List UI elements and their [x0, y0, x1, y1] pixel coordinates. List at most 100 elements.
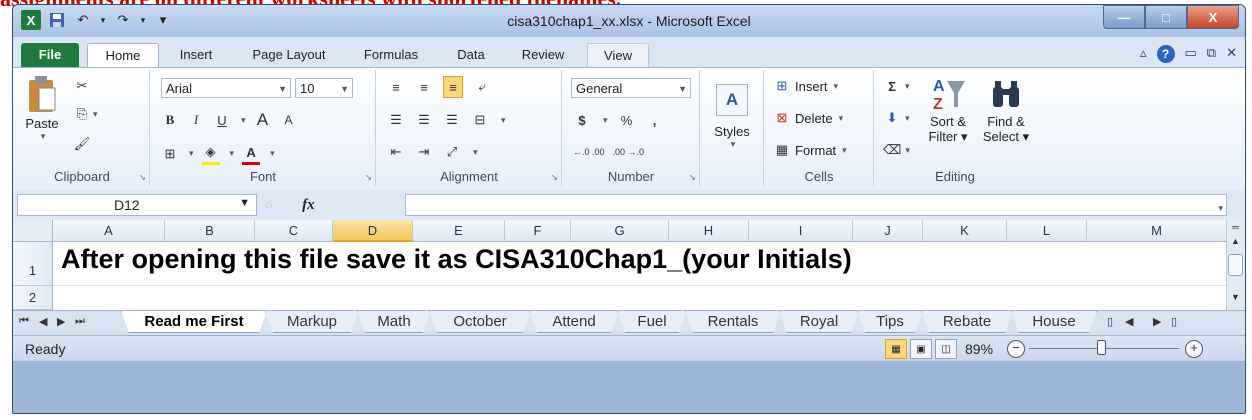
- scroll-up-icon[interactable]: ▲: [1228, 236, 1243, 250]
- column-header-e[interactable]: E: [413, 220, 505, 242]
- number-format-dropdown-icon[interactable]: ▼: [678, 79, 687, 99]
- next-sheet-icon[interactable]: ▶: [57, 315, 65, 328]
- vertical-scroll-thumb[interactable]: [1228, 254, 1243, 276]
- tab-file[interactable]: File: [21, 43, 79, 67]
- page-break-view-icon[interactable]: ◫: [935, 339, 957, 359]
- doc-close-icon[interactable]: ✕: [1226, 45, 1237, 63]
- cell-a1[interactable]: After opening this file save it as CISA3…: [61, 244, 852, 275]
- formula-input[interactable]: ▾: [405, 194, 1227, 216]
- borders-dropdown-icon[interactable]: ▾: [189, 148, 194, 159]
- close-button[interactable]: X: [1187, 5, 1239, 29]
- underline-dropdown-icon[interactable]: ▾: [241, 115, 246, 126]
- sheet-tab-read-me-first[interactable]: Read me First: [121, 311, 267, 333]
- align-center-icon[interactable]: ☰: [415, 110, 433, 130]
- number-format-combo[interactable]: General ▼: [571, 78, 691, 98]
- tab-view[interactable]: View: [587, 43, 649, 68]
- insert-dropdown-icon[interactable]: ▾: [834, 81, 839, 92]
- page-layout-view-icon[interactable]: ▣: [910, 339, 932, 359]
- zoom-in-icon[interactable]: +: [1185, 340, 1203, 358]
- column-header-f[interactable]: F: [505, 220, 571, 242]
- sheet-tab-attend[interactable]: Attend: [529, 311, 619, 333]
- styles-dropdown-icon[interactable]: ▾: [707, 139, 759, 150]
- wrap-text-icon[interactable]: ⤶: [473, 77, 491, 97]
- column-header-l[interactable]: L: [1007, 220, 1087, 242]
- sheet-tab-rebate[interactable]: Rebate: [921, 311, 1013, 333]
- zoom-out-icon[interactable]: −: [1007, 340, 1025, 358]
- fill-color-dropdown-icon[interactable]: ▾: [230, 148, 235, 159]
- split-box-icon[interactable]: ═: [1228, 222, 1243, 236]
- column-header-c[interactable]: C: [255, 220, 333, 242]
- font-name-combo[interactable]: Arial ▼: [161, 78, 291, 98]
- fill-color-icon[interactable]: ◈: [201, 142, 220, 165]
- sheet-tab-october[interactable]: October: [429, 311, 531, 333]
- currency-button[interactable]: $: [573, 110, 591, 130]
- sheet-tab-fuel[interactable]: Fuel: [617, 311, 687, 333]
- hscroll-thumb[interactable]: ▯: [1171, 315, 1177, 328]
- doc-restore-icon[interactable]: ⧉: [1207, 45, 1216, 63]
- orientation-icon[interactable]: ⤢: [443, 142, 461, 162]
- tab-insert[interactable]: Insert: [163, 43, 229, 67]
- font-size-combo[interactable]: 10 ▼: [295, 78, 353, 98]
- paste-button[interactable]: Paste ▾: [19, 72, 65, 142]
- decrease-indent-icon[interactable]: ⇤: [387, 142, 405, 162]
- merge-center-icon[interactable]: ⊟: [471, 110, 489, 130]
- insert-function-icon[interactable]: fx: [302, 197, 315, 214]
- styles-button[interactable]: A Styles ▾: [705, 84, 759, 150]
- clear-button[interactable]: ⌫ ▾: [883, 140, 910, 160]
- zoom-level[interactable]: 89%: [965, 341, 993, 357]
- sheet-tab-royal[interactable]: Royal: [779, 311, 859, 333]
- sheet-tab-tips[interactable]: Tips: [857, 311, 923, 333]
- italic-button[interactable]: I: [187, 110, 205, 130]
- shrink-font-button[interactable]: A: [280, 110, 298, 130]
- normal-view-icon[interactable]: ▦: [885, 339, 907, 359]
- vertical-scrollbar[interactable]: ═ ▲ ▼: [1226, 220, 1245, 310]
- row-header-1[interactable]: 1: [13, 242, 53, 286]
- delete-cells-button[interactable]: ⊠ Delete ▾: [773, 108, 844, 128]
- number-launcher-icon[interactable]: ↘: [688, 172, 696, 183]
- align-top-icon[interactable]: ≡: [387, 77, 405, 97]
- bold-button[interactable]: B: [161, 110, 179, 130]
- clear-dropdown-icon[interactable]: ▾: [905, 145, 910, 156]
- tab-split-icon[interactable]: ▯: [1107, 315, 1113, 328]
- font-color-dropdown-icon[interactable]: ▾: [270, 148, 275, 159]
- prev-sheet-icon[interactable]: ◀: [39, 315, 47, 328]
- increase-indent-icon[interactable]: ⇥: [415, 142, 433, 162]
- fill-dropdown-icon[interactable]: ▾: [905, 113, 910, 124]
- row-header-2[interactable]: 2: [13, 286, 53, 310]
- percent-button[interactable]: %: [618, 110, 636, 130]
- decrease-decimal-button[interactable]: .00 →.0: [613, 142, 645, 162]
- sheet-tab-markup[interactable]: Markup: [265, 311, 359, 333]
- increase-decimal-button[interactable]: ←.0 .00: [573, 142, 605, 162]
- hscroll-left-icon[interactable]: ◀: [1125, 315, 1133, 328]
- scroll-down-icon[interactable]: ▼: [1228, 292, 1243, 306]
- comma-button[interactable]: ,: [646, 110, 664, 130]
- doc-minimize-icon[interactable]: ▭: [1185, 45, 1197, 63]
- name-box[interactable]: D12 ▼: [17, 194, 257, 216]
- name-box-dropdown-icon[interactable]: ▼: [239, 197, 250, 209]
- fill-button[interactable]: ⬇ ▾: [883, 108, 910, 128]
- minimize-button[interactable]: —: [1103, 5, 1145, 29]
- sheet-tab-house[interactable]: House: [1011, 311, 1097, 333]
- expand-formula-icon[interactable]: ▾: [1218, 203, 1223, 214]
- help-icon[interactable]: ?: [1156, 45, 1175, 63]
- align-left-icon[interactable]: ☰: [387, 110, 405, 130]
- font-size-dropdown-icon[interactable]: ▼: [340, 79, 349, 99]
- font-launcher-icon[interactable]: ↘: [364, 172, 372, 183]
- tab-data[interactable]: Data: [441, 43, 501, 67]
- autosum-button[interactable]: Σ ▾: [883, 76, 910, 96]
- format-cells-button[interactable]: ▦ Format ▾: [773, 140, 847, 160]
- autosum-dropdown-icon[interactable]: ▾: [905, 81, 910, 92]
- column-header-b[interactable]: B: [165, 220, 255, 242]
- last-sheet-icon[interactable]: ⏭: [75, 315, 85, 328]
- column-header-d[interactable]: D: [333, 220, 413, 242]
- format-dropdown-icon[interactable]: ▾: [842, 145, 847, 156]
- column-header-m[interactable]: M: [1087, 220, 1227, 242]
- clipboard-launcher-icon[interactable]: ↘: [138, 172, 146, 183]
- align-bottom-icon[interactable]: ≡: [443, 76, 463, 98]
- tab-formulas[interactable]: Formulas: [349, 43, 433, 67]
- copy-dropdown-icon[interactable]: ▾: [93, 109, 98, 120]
- font-name-dropdown-icon[interactable]: ▼: [278, 79, 287, 99]
- column-header-k[interactable]: K: [923, 220, 1007, 242]
- font-color-icon[interactable]: A: [242, 142, 261, 165]
- tab-page-layout[interactable]: Page Layout: [237, 43, 341, 67]
